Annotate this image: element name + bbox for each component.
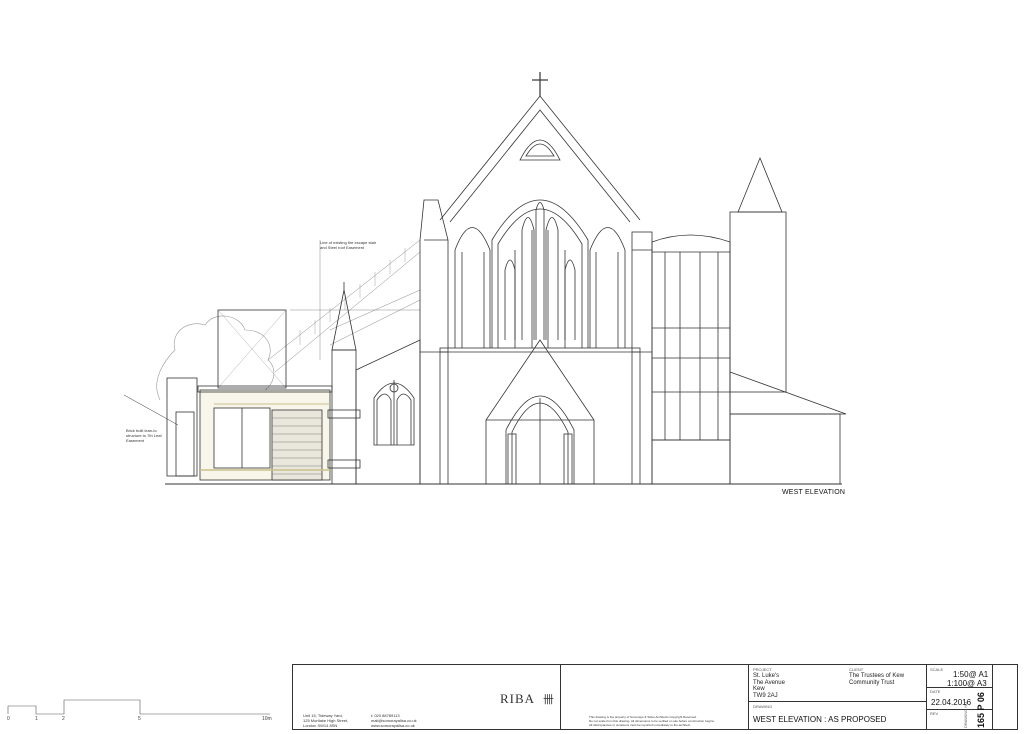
left-note: Brick built lean-to structure to 7th Lea…	[126, 428, 162, 443]
tb-copyright-cell: This drawing is the property of Somorays…	[561, 665, 749, 729]
scale-tick-2: 2	[62, 716, 65, 722]
west-elevation-drawing	[7, 72, 847, 715]
proposed-extension	[197, 385, 333, 481]
tb-project-cell: PROJECT St. Luke's The Avenue Kew TW9 2A…	[749, 665, 927, 729]
side-aisle	[355, 339, 421, 485]
right-bay	[651, 234, 731, 485]
tb-office-cell: Unit 15, Tideway Yard, 125 Mortlake High…	[293, 665, 561, 729]
riba-logo: RIBA	[500, 691, 536, 706]
office-address: Unit 15, Tideway Yard, 125 Mortlake High…	[303, 713, 349, 728]
office-contact: t: 020 88789113 mail@somorayallsa.co.uk …	[371, 713, 417, 728]
title-block: Unit 15, Tideway Yard, 125 Mortlake High…	[292, 664, 1018, 730]
scale-label: SCALE	[930, 667, 944, 672]
porch	[485, 339, 595, 485]
drawing-title: WEST ELEVATION : AS PROPOSED	[753, 715, 887, 724]
copyright-note: This drawing is the property of Somorays…	[589, 715, 715, 727]
scale-tick-1: 1	[35, 716, 38, 722]
project-lines: St. Luke's The Avenue Kew TW9 2AJ	[753, 673, 785, 699]
tree-outline	[156, 315, 275, 401]
turret	[327, 282, 361, 485]
riba-mark-icon: 卌	[543, 694, 554, 706]
tower	[729, 156, 787, 393]
drawing-no-label: DRAWING NO.	[963, 700, 968, 728]
client-label: CLIENT	[849, 667, 864, 672]
client-lines: The Trustees of Kew Community Trust	[849, 673, 905, 686]
sightline-note: Line of existing fire escape stair and S…	[320, 240, 377, 250]
drawing-number: 165 P 06	[976, 692, 986, 728]
scale-bar	[7, 699, 270, 715]
rev-label: REV	[930, 711, 939, 716]
scale-tick-10: 10m	[262, 716, 272, 722]
drawing-label: DRAWING	[753, 704, 773, 709]
scale-a1: 1:50@ A1	[953, 670, 989, 679]
elevation-title: WEST ELEVATION	[782, 489, 846, 496]
right-lean-to	[729, 371, 847, 485]
scale-tick-5: 5	[138, 716, 141, 722]
sightline-lines	[267, 239, 421, 373]
date-label: DATE	[930, 689, 941, 694]
scale-tick-0: 0	[7, 716, 10, 722]
project-label: PROJECT	[753, 667, 772, 672]
